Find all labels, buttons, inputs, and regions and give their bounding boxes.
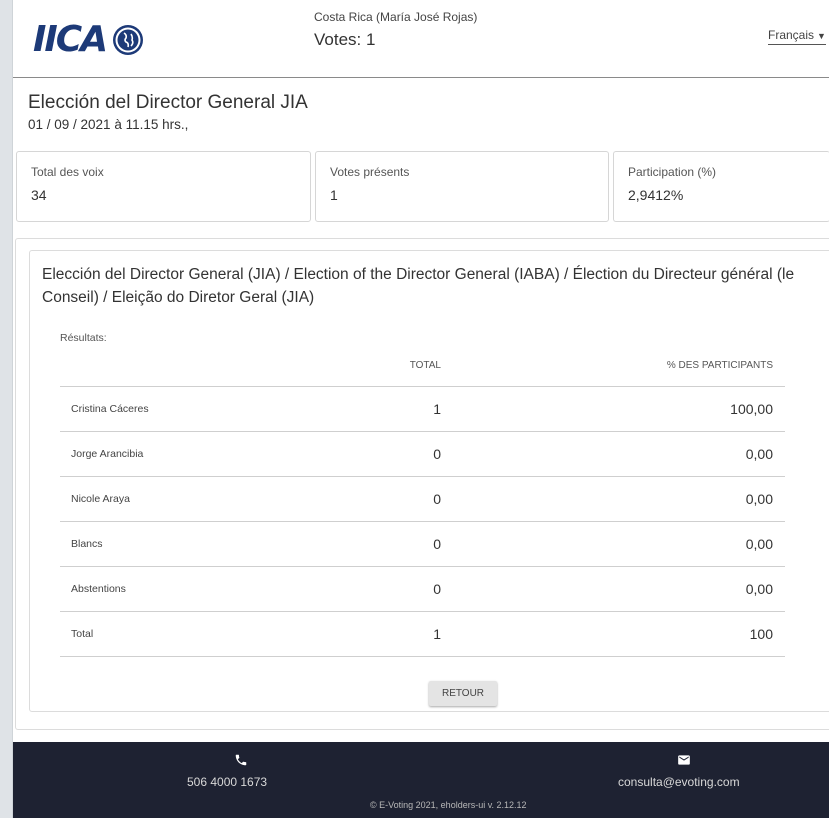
total-percent: 100	[443, 611, 785, 657]
stat-label: Votes présents	[330, 165, 410, 179]
app-footer: 506 4000 1673 consulta@evoting.com © E-V…	[13, 742, 829, 818]
column-header-name	[60, 345, 300, 387]
column-header-total: TOTAL	[300, 345, 443, 387]
globe-icon	[113, 25, 143, 55]
table-row: Abstentions 0 0,00	[60, 566, 785, 612]
footer-phone: 506 4000 1673	[187, 775, 268, 789]
candidate-total: 1	[300, 386, 443, 432]
page: IICA Costa Rica (María José Rojas) Votes…	[12, 0, 829, 818]
table-row-total: Total 1 100	[60, 611, 785, 657]
footer-email[interactable]: consulta@evoting.com	[618, 775, 740, 789]
candidate-name: Nicole Araya	[60, 476, 300, 522]
total-label: Total	[60, 611, 300, 657]
candidate-name: Blancs	[60, 521, 300, 567]
stat-value: 2,9412%	[628, 187, 684, 203]
stat-label: Participation (%)	[628, 165, 717, 179]
stat-value: 34	[31, 187, 47, 203]
language-selector[interactable]: Français ▼	[768, 28, 826, 45]
iica-logo[interactable]: IICA	[33, 18, 145, 62]
table-row: Cristina Cáceres 1 100,00	[60, 386, 785, 432]
table-header-row: TOTAL % DES PARTICIPANTS	[60, 345, 785, 387]
election-title: Elección del Director General JIA	[28, 92, 308, 113]
column-header-percent: % DES PARTICIPANTS	[443, 345, 785, 387]
candidate-percent: 0,00	[443, 431, 785, 477]
candidate-total: 0	[300, 476, 443, 522]
total-count: 1	[300, 611, 443, 657]
candidate-total: 0	[300, 431, 443, 477]
candidate-percent: 0,00	[443, 521, 785, 567]
question-title: Elección del Director General (JIA) / El…	[42, 266, 795, 306]
stat-card-present-votes: Votes présents 1	[315, 151, 609, 222]
mail-icon	[678, 755, 690, 765]
user-votes: Votes: 1	[314, 30, 376, 49]
candidate-percent: 0,00	[443, 566, 785, 612]
current-user: Costa Rica (María José Rojas)	[314, 10, 478, 24]
language-label: Français	[768, 28, 815, 42]
table-row: Blancs 0 0,00	[60, 521, 785, 567]
results-label: Résultats:	[60, 332, 107, 344]
chevron-down-icon: ▼	[817, 31, 826, 41]
election-date: 01 / 09 / 2021 à 11.15 hrs.,	[28, 117, 189, 132]
phone-icon	[235, 754, 247, 766]
table-row: Nicole Araya 0 0,00	[60, 476, 785, 522]
table-row: Jorge Arancibia 0 0,00	[60, 431, 785, 477]
back-button[interactable]: RETOUR	[429, 681, 497, 706]
candidate-name: Cristina Cáceres	[60, 386, 300, 432]
stat-label: Total des voix	[31, 165, 104, 179]
candidate-name: Abstentions	[60, 566, 300, 612]
candidate-name: Jorge Arancibia	[60, 431, 300, 477]
candidate-percent: 100,00	[443, 386, 785, 432]
stat-value: 1	[330, 187, 338, 203]
footer-copyright: © E-Voting 2021, eholders-ui v. 2.12.12	[370, 800, 527, 810]
app-header: IICA Costa Rica (María José Rojas) Votes…	[13, 0, 829, 78]
logo-text: IICA	[33, 19, 108, 60]
results-table: TOTAL % DES PARTICIPANTS Cristina Cácere…	[60, 345, 785, 657]
candidate-total: 0	[300, 566, 443, 612]
candidate-percent: 0,00	[443, 476, 785, 522]
candidate-total: 0	[300, 521, 443, 567]
stat-card-total-votes: Total des voix 34	[16, 151, 311, 222]
stat-card-participation: Participation (%) 2,9412%	[613, 151, 829, 222]
